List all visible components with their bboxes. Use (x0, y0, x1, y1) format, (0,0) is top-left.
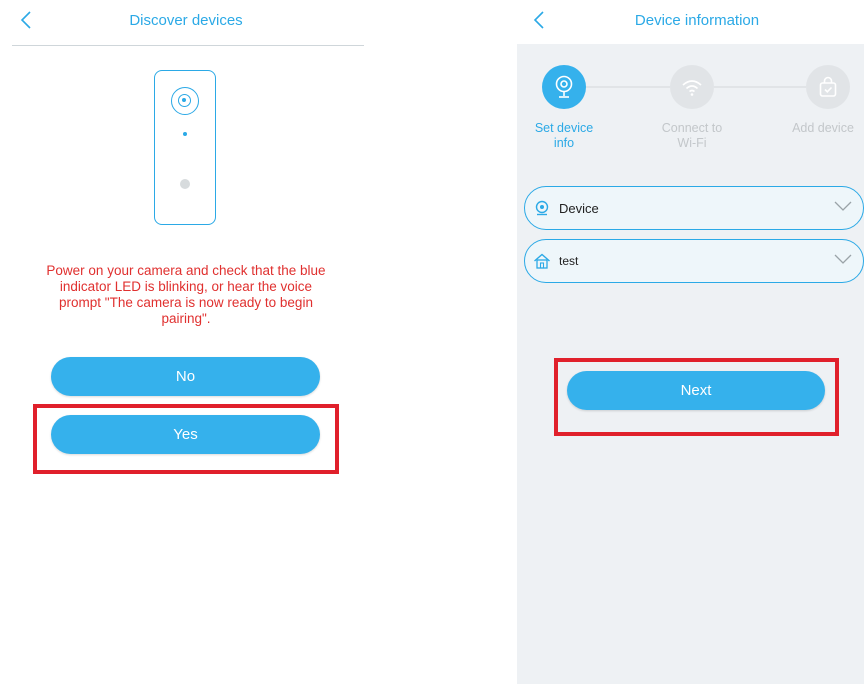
step-connect-wifi (670, 65, 714, 109)
camera-led-indicator (183, 132, 187, 136)
step-connector (586, 86, 670, 88)
header-divider (12, 45, 364, 46)
room-value: test (559, 254, 579, 268)
room-dropdown[interactable]: test (524, 239, 864, 283)
step-add-device (806, 65, 850, 109)
next-highlight-box (554, 358, 839, 436)
step-set-device-info (542, 65, 586, 109)
step-label-connect-wifi: Connect to Wi-Fi (661, 121, 723, 150)
step-label-set-device-info: Set device info (534, 121, 594, 150)
device-type-dropdown[interactable]: Device (524, 186, 864, 230)
chevron-left-icon (533, 11, 544, 29)
bag-icon (819, 76, 837, 97)
camera-illustration (154, 70, 216, 225)
page-title: Device information (634, 12, 760, 29)
device-type-value: Device (559, 200, 599, 216)
back-button[interactable] (12, 6, 40, 34)
camera-icon (555, 75, 573, 98)
yes-highlight-box (33, 404, 339, 474)
chevron-down-icon (833, 199, 855, 217)
home-icon (533, 252, 551, 270)
no-button[interactable]: No (51, 357, 320, 396)
wifi-icon (682, 80, 702, 96)
back-button[interactable] (525, 6, 553, 34)
page-title: Discover devices (129, 12, 243, 29)
camera-lens-icon (171, 87, 199, 115)
pairing-instruction: Power on your camera and check that the … (46, 263, 326, 326)
webcam-icon (533, 199, 551, 217)
step-connector (714, 86, 806, 88)
step-label-add-device: Add device (792, 121, 854, 135)
device-information-screen: Device information Set device info Conne… (517, 0, 864, 684)
chevron-left-icon (20, 11, 31, 29)
chevron-down-icon (833, 252, 855, 270)
discover-devices-screen: Discover devices Power on your camera an… (0, 0, 372, 684)
camera-button-graphic (180, 179, 190, 189)
header-bar: Device information (517, 0, 864, 44)
